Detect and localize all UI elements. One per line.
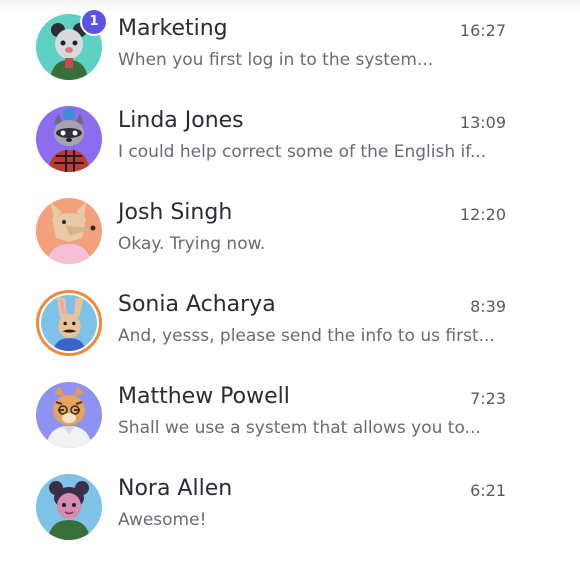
chat-name: Matthew Powell [118, 384, 290, 409]
chat-list: 1 Marketing 16:27 When you first log in … [0, 0, 580, 568]
chat-time: 16:27 [459, 21, 506, 40]
avatar [36, 474, 102, 540]
chat-preview: And, yesss, please send the info to us f… [118, 326, 495, 346]
chat-item-linda-jones[interactable]: Linda Jones 13:09 I could help correct s… [0, 92, 580, 184]
chat-item-josh-singh[interactable]: Josh Singh 12:20 Okay. Trying now. [0, 184, 580, 276]
chat-item-nora-allen[interactable]: Nora Allen 6:21 Awesome! [0, 460, 580, 552]
chat-item-matthew-powell[interactable]: Matthew Powell 7:23 Shall we use a syste… [0, 368, 580, 460]
chat-name: Marketing [118, 16, 228, 41]
avatar: 1 [36, 8, 108, 80]
chat-name: Josh Singh [118, 200, 233, 225]
chat-name: Linda Jones [118, 108, 244, 133]
unread-badge: 1 [80, 8, 108, 36]
chat-time: 13:09 [459, 113, 506, 132]
girl-avatar-icon [36, 474, 102, 540]
rabbit-avatar-icon [36, 290, 102, 356]
chat-preview: When you first log in to the system... [118, 50, 434, 70]
avatar [36, 382, 102, 448]
fox-avatar-icon [36, 198, 102, 264]
avatar [36, 106, 102, 172]
tiger-avatar-icon [36, 382, 102, 448]
chat-name: Sonia Acharya [118, 292, 276, 317]
chat-preview: Awesome! [118, 510, 207, 530]
raccoon-avatar-icon [36, 106, 102, 172]
chat-preview: Shall we use a system that allows you to… [118, 418, 481, 438]
chat-name: Nora Allen [118, 476, 233, 501]
chat-preview: Okay. Trying now. [118, 234, 266, 254]
avatar [36, 290, 102, 356]
chat-time: 7:23 [470, 389, 506, 408]
chat-time: 12:20 [459, 205, 506, 224]
avatar [36, 198, 102, 264]
chat-time: 6:21 [470, 481, 506, 500]
chat-item-marketing[interactable]: 1 Marketing 16:27 When you first log in … [0, 0, 580, 92]
chat-item-sonia-acharya[interactable]: Sonia Acharya 8:39 And, yesss, please se… [0, 276, 580, 368]
chat-time: 8:39 [470, 297, 506, 316]
chat-preview: I could help correct some of the English… [118, 142, 487, 162]
